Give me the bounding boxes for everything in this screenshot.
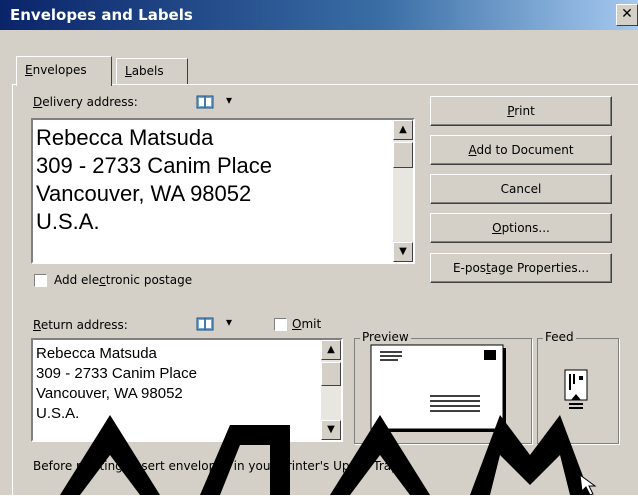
epostage-post: age Properties... — [490, 261, 590, 275]
options-button[interactable]: Options... — [430, 213, 612, 243]
return-line: Vancouver, WA 98052 — [36, 385, 183, 402]
return-label-text: eturn address: — [40, 318, 128, 332]
return-accel: R — [33, 318, 41, 332]
epostage-pre: E-pos — [452, 261, 487, 275]
tab-envelopes-accel: E — [25, 63, 33, 77]
delivery-accel: D — [33, 95, 43, 109]
close-button[interactable]: ✕ — [616, 4, 638, 26]
return-line: 309 - 2733 Canim Place — [36, 365, 197, 382]
delivery-scrollbar[interactable]: ▲ ▼ — [393, 120, 413, 262]
return-line: Rebecca Matsuda — [36, 345, 157, 362]
tab-labels-label: abels — [131, 64, 164, 78]
scroll-down-icon[interactable]: ▼ — [321, 420, 341, 440]
epostage-properties-button[interactable]: E-postage Properties... — [430, 253, 612, 283]
window-title: Envelopes and Labels — [10, 6, 193, 24]
tab-envelopes-label: nvelopes — [32, 63, 87, 77]
add-label: dd to Document — [476, 143, 574, 157]
preview-title: Preview — [360, 330, 411, 344]
delivery-line: Rebecca Matsuda — [36, 125, 214, 150]
scroll-down-icon[interactable]: ▼ — [393, 242, 413, 262]
scroll-thumb[interactable] — [321, 362, 341, 386]
envelope-preview[interactable] — [370, 344, 510, 436]
return-line: U.S.A. — [36, 405, 80, 422]
delivery-address-field[interactable]: Rebecca Matsuda 309 - 2733 Canim Place V… — [31, 118, 415, 264]
electronic-postage-checkbox[interactable] — [34, 274, 47, 287]
delivery-address-book-button[interactable]: ▾ — [196, 92, 240, 112]
delivery-line: Vancouver, WA 98052 — [36, 181, 252, 206]
chevron-down-icon: ▾ — [226, 93, 233, 107]
delivery-line: U.S.A. — [36, 209, 100, 234]
electronic-postage-label: Add electronic postage — [54, 273, 192, 287]
feed-title: Feed — [543, 330, 576, 344]
feed-icon[interactable] — [563, 368, 589, 412]
tab-envelopes[interactable]: Envelopes — [16, 56, 112, 86]
omit-checkbox[interactable] — [274, 318, 287, 331]
omit-text-post: it — [313, 317, 322, 331]
omit-visible: mit — [301, 317, 321, 331]
cancel-button[interactable]: Cancel — [430, 174, 612, 204]
tab-labels[interactable]: Labels — [116, 58, 188, 84]
postage-text-post: tronic postage — [105, 273, 193, 287]
chevron-down-icon: ▾ — [226, 315, 233, 329]
omit-text-m: m — [301, 317, 314, 331]
title-bar: Envelopes and Labels ✕ — [0, 0, 638, 30]
cancel-label: Cancel — [500, 182, 542, 196]
delivery-label-text: elivery address: — [42, 95, 138, 109]
delivery-line: 309 - 2733 Canim Place — [36, 153, 273, 178]
delivery-address-label: Delivery address: — [33, 95, 138, 109]
omit-label: Oitmit — [292, 317, 321, 331]
return-scrollbar[interactable]: ▲ ▼ — [321, 340, 341, 440]
close-icon: ✕ — [621, 6, 633, 22]
return-address-label: Return address: — [33, 318, 128, 332]
tab-labels-accel: L — [125, 64, 132, 78]
print-button[interactable]: Print — [430, 96, 612, 126]
scroll-thumb[interactable] — [393, 142, 413, 168]
return-address-book-button[interactable]: ▾ — [196, 314, 240, 334]
return-address-field[interactable]: Rebecca Matsuda 309 - 2733 Canim Place V… — [31, 338, 343, 442]
print-label: rint — [514, 104, 535, 118]
options-label: ptions... — [501, 221, 550, 235]
options-accel: O — [492, 221, 502, 235]
address-book-icon — [196, 317, 214, 331]
footer-instructions: Before printing, insert envelopes in you… — [33, 459, 401, 473]
envelopes-labels-dialog: Envelopes and Labels ✕ Envelopes Labels … — [0, 0, 638, 496]
scroll-up-icon[interactable]: ▲ — [393, 120, 413, 140]
postage-accel: c — [99, 273, 106, 287]
postage-text-pre: Add ele — [54, 273, 100, 287]
scroll-up-icon[interactable]: ▲ — [321, 340, 341, 360]
add-to-document-button[interactable]: Add to Document — [430, 135, 612, 165]
address-book-icon — [196, 95, 214, 109]
